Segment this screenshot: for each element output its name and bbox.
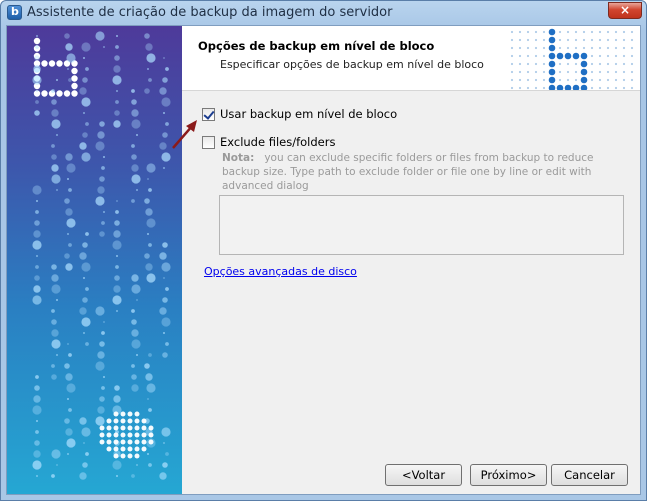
advanced-disk-options-link[interactable]: Opções avançadas de disco (204, 265, 357, 278)
brand-logo-icon (510, 28, 634, 90)
wizard-window: Assistente de criação de backup da image… (0, 0, 647, 501)
app-icon (7, 5, 22, 20)
wizard-header: Opções de backup em nível de bloco Espec… (182, 26, 640, 91)
close-icon: × (619, 3, 631, 17)
next-button[interactable]: Próximo> (470, 464, 547, 486)
arrow-pointer-icon (172, 120, 197, 149)
exclude-note: Nota: you can exclude specific folders or… (222, 151, 617, 193)
block-backup-label: Usar backup em nível de bloco (220, 107, 398, 121)
exclude-files-checkbox[interactable] (202, 135, 215, 149)
block-backup-checkbox[interactable] (202, 107, 215, 121)
options-panel: Usar backup em nível de bloco Exclude fi… (182, 91, 640, 461)
title-bar[interactable]: Assistente de criação de backup da image… (1, 1, 646, 25)
block-backup-option[interactable]: Usar backup em nível de bloco (202, 107, 397, 121)
wizard-client-area: Opções de backup em nível de bloco Espec… (6, 25, 641, 495)
note-text: you can exclude specific folders or file… (222, 152, 594, 192)
cancel-button[interactable]: Cancelar (551, 464, 628, 486)
window-title: Assistente de criação de backup da image… (27, 5, 393, 20)
page-subtitle: Especificar opções de backup em nível de… (220, 58, 484, 71)
page-title: Opções de backup em nível de bloco (198, 39, 435, 53)
note-label: Nota: (222, 152, 255, 164)
close-button[interactable]: × (608, 2, 642, 19)
back-button[interactable]: <Voltar (385, 464, 462, 486)
decorative-dots-image (32, 31, 171, 480)
exclude-files-option[interactable]: Exclude files/folders (202, 135, 335, 149)
side-banner (7, 26, 182, 494)
exclude-files-label: Exclude files/folders (220, 135, 336, 149)
exclude-list-field[interactable] (219, 195, 624, 255)
